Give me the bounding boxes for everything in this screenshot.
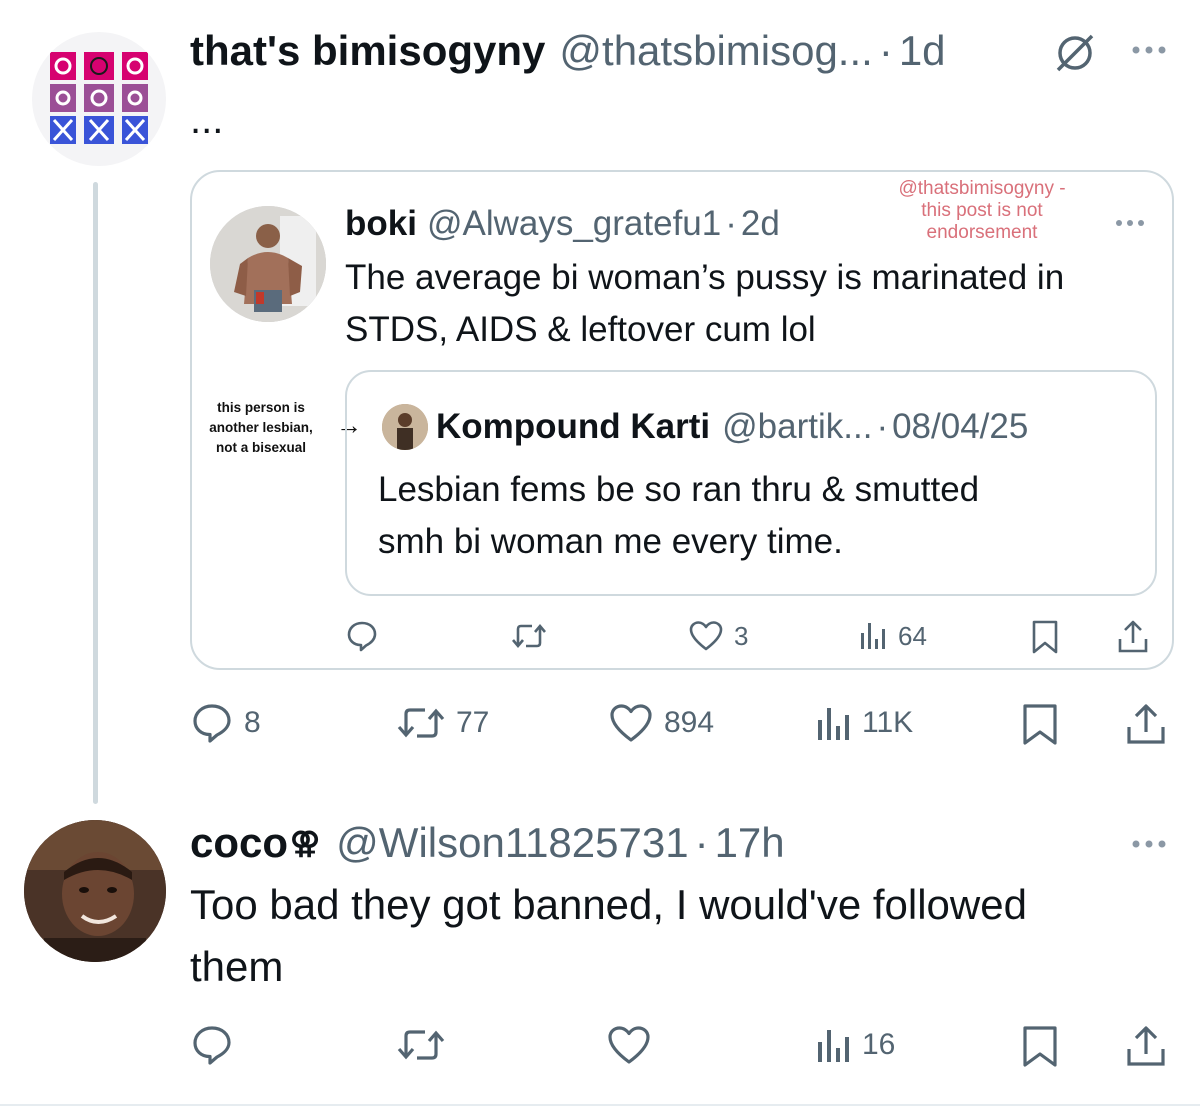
- no-symbol-icon: [1052, 30, 1098, 76]
- nested-quote-header: Kompound Karti @bartik... · 08/04/25: [436, 404, 1028, 450]
- quoted-like-button[interactable]: 3: [688, 619, 748, 653]
- repost-icon: [396, 702, 446, 744]
- reply-bookmark-icon[interactable]: [1020, 1024, 1060, 1068]
- reply-views-button[interactable]: 16: [814, 1024, 895, 1066]
- reply-display-name[interactable]: coco: [190, 819, 288, 867]
- nested-quote-separator: ·: [876, 407, 889, 446]
- analytics-icon: [814, 1024, 852, 1066]
- quoted-share-icon[interactable]: [1116, 619, 1150, 655]
- watermark-line-2: this post is not: [921, 200, 1043, 221]
- main-repost-count: 77: [456, 706, 490, 739]
- reply-header: coco ⚢ @Wilson11825731 · 17h: [190, 818, 785, 868]
- annotation-line-3: not a bisexual: [215, 440, 307, 455]
- more-icon[interactable]: [1128, 32, 1170, 73]
- nested-quote-text-line-2: smh bi woman me every time.: [378, 522, 843, 561]
- reply-text-line-2: them: [190, 943, 284, 990]
- quoted-post-header: boki @Always_gratefu1 · 2d: [345, 202, 780, 246]
- bi-flag-pattern-avatar: [50, 52, 148, 144]
- main-like-count: 894: [664, 706, 715, 739]
- main-reply-button[interactable]: 8: [190, 702, 261, 744]
- nested-quote-handle[interactable]: @bartik...: [722, 407, 872, 447]
- reply-separator: ·: [694, 819, 709, 866]
- quoted-bookmark-icon[interactable]: [1030, 619, 1060, 655]
- person-photo-icon: [382, 404, 428, 450]
- reply-reply-icon[interactable]: [190, 1024, 234, 1066]
- annotation-line-1: this person is: [217, 400, 305, 415]
- quoted-post-display-name[interactable]: boki: [345, 204, 417, 244]
- quoted-repost-icon[interactable]: [510, 619, 548, 653]
- nested-quote-time[interactable]: 08/04/25: [892, 407, 1028, 447]
- quoted-post-separator: ·: [725, 204, 737, 243]
- quoted-views-count: 64: [898, 620, 927, 651]
- reply-icon: [190, 702, 234, 744]
- main-share-icon[interactable]: [1124, 702, 1168, 746]
- reply-avatar[interactable]: [24, 820, 166, 962]
- main-repost-button[interactable]: 77: [396, 702, 489, 744]
- reply-text: Too bad they got banned, I would've foll…: [190, 874, 1027, 998]
- watermark-line-3: endorsement: [926, 222, 1038, 243]
- heart-icon: [608, 702, 654, 744]
- main-post-time[interactable]: 1d: [899, 27, 946, 75]
- watermark-line-1: @thatsbimisogyny -: [898, 178, 1066, 199]
- annotation-note: this person is another lesbian, not a bi…: [194, 398, 328, 458]
- quoted-reply-icon[interactable]: [345, 619, 379, 653]
- quoted-views-button[interactable]: 64: [858, 619, 927, 653]
- nested-quote-text-line-1: Lesbian fems be so ran thru & smutted: [378, 470, 980, 509]
- lesbian-symbol-emoji: ⚢: [290, 826, 321, 860]
- main-reply-count: 8: [244, 706, 261, 739]
- main-post-display-name[interactable]: that's bimisogyny: [190, 27, 545, 75]
- reply-text-line-1: Too bad they got banned, I would've foll…: [190, 881, 1027, 928]
- main-post-handle[interactable]: @thatsbimisog...: [559, 27, 872, 75]
- analytics-icon: [858, 619, 888, 653]
- reply-repost-icon[interactable]: [396, 1024, 446, 1066]
- reply-time[interactable]: 17h: [715, 819, 785, 867]
- person-photo-icon: [210, 206, 326, 322]
- quoted-like-count: 3: [734, 620, 749, 651]
- main-bookmark-icon[interactable]: [1020, 702, 1060, 746]
- bottom-divider: [0, 1104, 1200, 1106]
- quoted-post-time[interactable]: 2d: [741, 204, 780, 244]
- quoted-post-handle[interactable]: @Always_gratefu1: [427, 204, 721, 244]
- quoted-post-text: The average bi woman’s pussy is marinate…: [345, 252, 1064, 356]
- reply-heart-icon[interactable]: [606, 1024, 652, 1066]
- reply-more-icon[interactable]: [1128, 826, 1170, 867]
- quoted-post-text-line-2: STDS, AIDS & leftover cum lol: [345, 310, 816, 349]
- reply-views-count: 16: [862, 1028, 896, 1061]
- main-post-avatar[interactable]: [32, 32, 166, 166]
- main-like-button[interactable]: 894: [608, 702, 714, 744]
- quoted-post-text-line-1: The average bi woman’s pussy is marinate…: [345, 258, 1065, 297]
- heart-icon: [688, 619, 724, 653]
- main-post-body: ...: [190, 98, 224, 142]
- thread-line: [93, 182, 98, 804]
- main-views-button[interactable]: 11K: [814, 702, 913, 744]
- analytics-icon: [814, 702, 852, 744]
- main-post-separator: ·: [878, 27, 893, 74]
- reply-share-icon[interactable]: [1124, 1024, 1168, 1068]
- nested-quote-avatar[interactable]: [382, 404, 428, 450]
- main-views-count: 11K: [862, 706, 914, 739]
- annotation-line-2: another lesbian,: [209, 420, 313, 435]
- quoted-more-icon[interactable]: [1112, 210, 1148, 241]
- main-post-header: that's bimisogyny @thatsbimisog... · 1d: [190, 26, 946, 76]
- person-photo-icon: [24, 820, 166, 962]
- quoted-post-avatar[interactable]: [210, 206, 326, 322]
- nested-quote-text: Lesbian fems be so ran thru & smutted sm…: [378, 464, 979, 568]
- reply-handle[interactable]: @Wilson11825731: [336, 819, 688, 867]
- watermark-note: @thatsbimisogyny - this post is not endo…: [872, 178, 1092, 244]
- nested-quote-display-name[interactable]: Kompound Karti: [436, 407, 710, 447]
